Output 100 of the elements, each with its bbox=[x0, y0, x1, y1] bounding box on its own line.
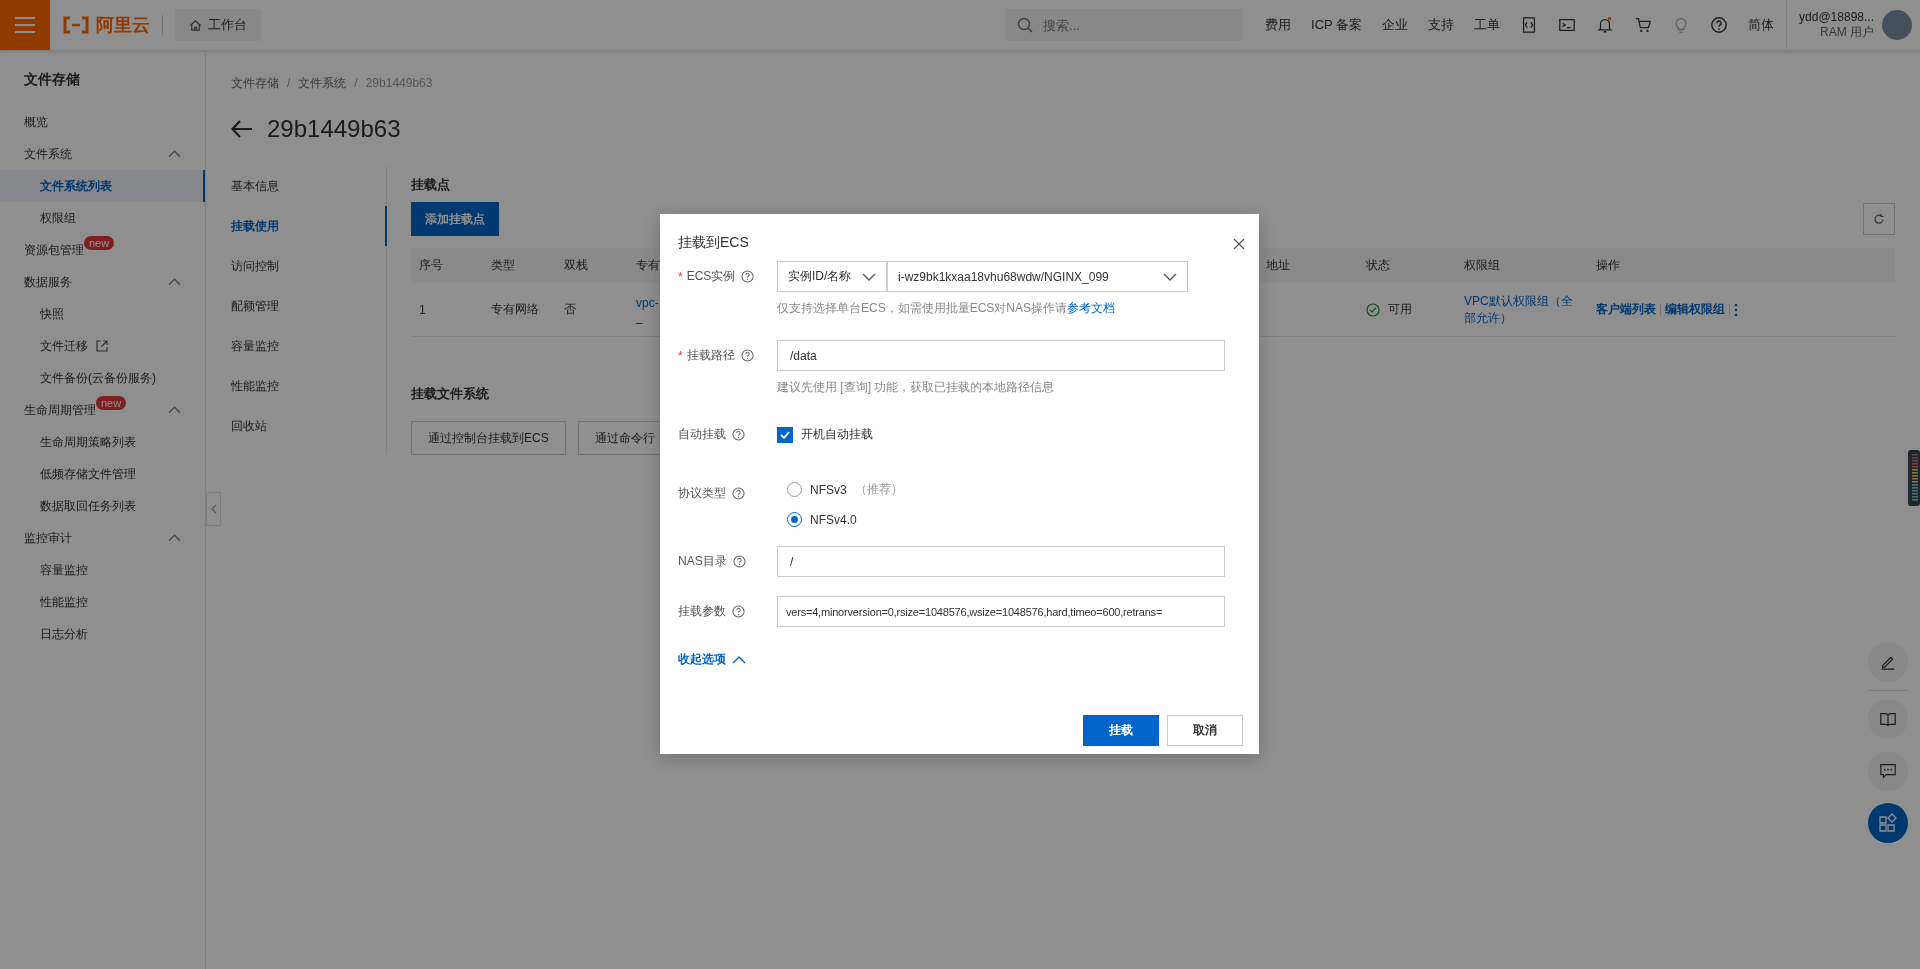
help-icon[interactable] bbox=[732, 605, 745, 618]
sidebar-title: 文件存储 bbox=[23, 70, 81, 89]
new-badge: new bbox=[96, 396, 127, 410]
checkbox-label: 开机自动挂载 bbox=[801, 426, 873, 443]
action-link[interactable]: 编辑权限组 bbox=[1665, 301, 1725, 318]
mount-button[interactable]: 挂载 bbox=[1083, 715, 1159, 746]
radio-button[interactable] bbox=[787, 512, 802, 527]
action-link[interactable]: 客户端列表 bbox=[1596, 301, 1656, 318]
subnav-tab[interactable]: 访问控制 bbox=[231, 246, 387, 286]
subnav-tab[interactable]: 性能监控 bbox=[231, 366, 387, 406]
workbench-button[interactable]: 工作台 bbox=[175, 9, 261, 41]
docs-link[interactable]: 参考文档 bbox=[1067, 301, 1116, 315]
text-input[interactable]: / bbox=[777, 546, 1225, 577]
add-mount-point-button[interactable]: 添加挂载点 bbox=[411, 202, 499, 236]
help-icon[interactable] bbox=[732, 487, 745, 500]
book-icon[interactable] bbox=[1879, 710, 1897, 728]
subnav-tab[interactable]: 基本信息 bbox=[231, 166, 387, 206]
checkbox[interactable] bbox=[777, 426, 793, 443]
table-cell: 专有网络 bbox=[491, 302, 539, 316]
cart-icon[interactable] bbox=[1634, 16, 1653, 34]
subnav-tab[interactable]: 回收站 bbox=[231, 406, 387, 446]
chevron-down-icon[interactable] bbox=[1163, 272, 1177, 281]
breadcrumb-item: 29b1449b63 bbox=[365, 75, 433, 92]
chevron-up-icon[interactable] bbox=[732, 655, 746, 664]
chat-button[interactable] bbox=[1868, 751, 1908, 791]
mount-method-button[interactable]: 通过控制台挂载到ECS bbox=[411, 421, 566, 455]
chevron-up-icon[interactable] bbox=[168, 278, 181, 286]
nav-link[interactable]: ICP 备案 bbox=[1311, 16, 1363, 34]
vpc-link[interactable]: vpc- bbox=[636, 295, 659, 310]
back-arrow-icon[interactable] bbox=[231, 120, 253, 138]
sidebar-item[interactable]: 监控审计 bbox=[0, 522, 205, 554]
sidebar-item[interactable]: 权限组 bbox=[0, 202, 205, 234]
edit-button[interactable] bbox=[1868, 642, 1908, 682]
nav-link[interactable]: 工单 bbox=[1474, 16, 1501, 34]
field-label: 协议类型 bbox=[678, 485, 726, 502]
sidebar-item[interactable]: 数据服务 bbox=[0, 266, 205, 298]
help-icon[interactable] bbox=[741, 270, 755, 283]
apps-icon[interactable] bbox=[1878, 813, 1898, 833]
nav-link[interactable]: 费用 bbox=[1265, 16, 1292, 34]
user-name[interactable]: ydd@18898... bbox=[1799, 9, 1874, 24]
subnav-tab[interactable]: 容量监控 bbox=[231, 326, 387, 366]
subnav-tab[interactable]: 配额管理 bbox=[231, 286, 387, 326]
text-input[interactable]: vers=4,minorversion=0,rsize=1048576,wsize=1048576,hard,timeo=600,retrans= bbox=[777, 596, 1225, 627]
sidebar-item[interactable]: 概览 bbox=[0, 106, 205, 138]
help-icon[interactable] bbox=[732, 428, 745, 441]
nav-link[interactable]: 企业 bbox=[1382, 16, 1409, 34]
instance-select[interactable]: i-wz9bk1kxaa18vhu68wdw/NGINX_099 bbox=[887, 261, 1188, 292]
sidebar-item[interactable]: 快照 bbox=[0, 298, 205, 330]
terminal-icon[interactable] bbox=[1558, 16, 1577, 34]
sidebar-item[interactable]: 生命周期策略列表 bbox=[0, 426, 205, 458]
column-header: 地址 bbox=[1258, 248, 1358, 283]
cancel-button[interactable]: 取消 bbox=[1167, 715, 1243, 746]
breadcrumb-item[interactable]: 文件系统 bbox=[298, 73, 347, 93]
sidebar-item[interactable]: 资源包管理 new bbox=[0, 234, 205, 266]
new-badge: new bbox=[84, 236, 115, 250]
type-select[interactable]: 实例ID/名称 bbox=[777, 261, 887, 292]
sidebar-item[interactable]: 文件备份(云备份服务) bbox=[0, 362, 205, 394]
refresh-button[interactable] bbox=[1863, 203, 1895, 235]
sidebar-item[interactable]: 文件迁移 bbox=[0, 330, 205, 362]
sidebar-item[interactable]: 生命周期管理 new bbox=[0, 394, 205, 426]
field-label: 自动挂载 bbox=[678, 426, 726, 443]
chat-icon[interactable] bbox=[1879, 762, 1897, 780]
more-icon[interactable] bbox=[1734, 302, 1738, 317]
subnav-tab[interactable]: 挂载使用 bbox=[231, 206, 387, 246]
apps-button[interactable] bbox=[1868, 803, 1908, 843]
search-field[interactable]: 搜索... bbox=[1005, 9, 1244, 41]
text-input[interactable]: /data bbox=[777, 340, 1225, 371]
refresh-icon[interactable] bbox=[1873, 213, 1885, 225]
external-link-icon[interactable] bbox=[96, 340, 108, 352]
docs-button[interactable] bbox=[1868, 699, 1908, 739]
sidebar-item[interactable]: 数据取回任务列表 bbox=[0, 490, 205, 522]
section-title: 挂载点 bbox=[411, 176, 450, 194]
help-icon[interactable] bbox=[740, 349, 754, 362]
sidebar-item[interactable]: 文件系统列表 bbox=[0, 170, 205, 202]
language-label[interactable]: 简体 bbox=[1748, 16, 1775, 34]
sidebar-item[interactable]: 性能监控 bbox=[0, 586, 205, 618]
chevron-up-icon[interactable] bbox=[168, 534, 181, 542]
required-mark: * bbox=[678, 269, 683, 284]
home-icon[interactable] bbox=[189, 18, 202, 32]
chevron-up-icon[interactable] bbox=[168, 406, 181, 414]
sidebar-item[interactable]: 低频存储文件管理 bbox=[0, 458, 205, 490]
radio-button[interactable] bbox=[787, 482, 802, 497]
nav-link[interactable]: 支持 bbox=[1428, 16, 1455, 34]
collapse-options-link[interactable]: 收起选项 bbox=[678, 651, 746, 668]
sidebar-item[interactable]: 文件系统 bbox=[0, 138, 205, 170]
breadcrumb-item[interactable]: 文件存储 bbox=[231, 73, 279, 93]
chevron-up-icon[interactable] bbox=[168, 150, 181, 158]
help-icon[interactable] bbox=[1710, 16, 1729, 34]
close-button[interactable] bbox=[1233, 238, 1245, 250]
sidebar-item[interactable]: 容量监控 bbox=[0, 554, 205, 586]
sidebar-item[interactable]: 日志分析 bbox=[0, 618, 205, 650]
field-hint: 建议先使用 [查询] 功能，获取已挂载的本地路径信息 bbox=[777, 379, 1056, 395]
avatar[interactable] bbox=[1882, 10, 1912, 40]
chevron-down-icon[interactable] bbox=[862, 272, 876, 281]
help-icon[interactable] bbox=[732, 555, 746, 568]
permission-group-link[interactable]: VPC默认权限组（全部允许） bbox=[1464, 292, 1580, 327]
radio-label: NFSv3 bbox=[810, 482, 847, 497]
notification-icon[interactable] bbox=[1596, 16, 1615, 34]
search-icon[interactable] bbox=[1017, 17, 1034, 33]
collapse-handle[interactable] bbox=[206, 492, 221, 526]
